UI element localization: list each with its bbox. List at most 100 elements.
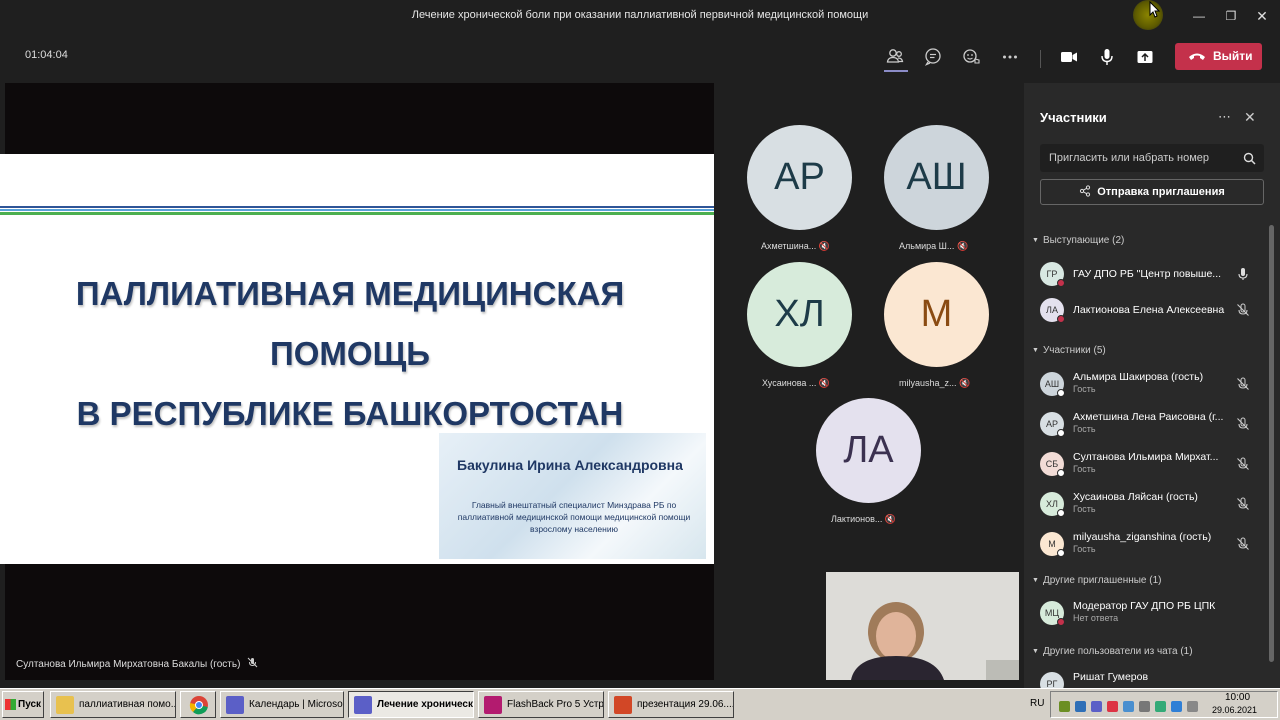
mic-off-icon: 🔇 xyxy=(959,378,971,388)
mic-off-icon: 🔇 xyxy=(956,241,969,251)
send-invite-button[interactable]: Отправка приглашения xyxy=(1040,179,1264,205)
mic-off-icon: 🔇 xyxy=(884,514,897,524)
more-actions-button[interactable] xyxy=(996,43,1024,71)
participant-row[interactable]: ХЛ Хусаинова Ляйсан (гость) Гость xyxy=(1040,489,1260,523)
minimize-icon[interactable]: — xyxy=(1189,6,1209,26)
meeting-toolbar: 01:04:04 Выйти xyxy=(0,32,1280,82)
tray-teams-icon[interactable] xyxy=(1091,701,1102,712)
clock-date[interactable]: 29.06.2021 xyxy=(1212,705,1257,715)
people-button[interactable] xyxy=(881,43,909,71)
tray-update-icon[interactable] xyxy=(1155,701,1166,712)
tray-app-icon[interactable] xyxy=(1107,701,1118,712)
tray-network-icon[interactable] xyxy=(1123,701,1134,712)
taskbar-item-presentation[interactable]: презентация 29.06.... xyxy=(608,691,734,718)
avatar: СБ xyxy=(1040,452,1065,477)
panel-close-icon[interactable]: ✕ xyxy=(1244,109,1256,126)
participant-name: Альмира Шакирова (гость) xyxy=(1073,371,1204,383)
mic-button[interactable] xyxy=(1093,43,1121,71)
participant-row[interactable]: ГР ГАУ ДПО РБ "Центр повыше... xyxy=(1040,259,1260,293)
reactions-button[interactable] xyxy=(957,43,985,71)
participant-name: Хусаинова Ляйсан (гость) xyxy=(1073,491,1198,503)
language-indicator[interactable]: RU xyxy=(1030,698,1044,709)
presenter-label: Султанова Ильмира Мирхатовна Бакалы (гос… xyxy=(16,657,258,670)
mic-off-icon: 🔇 xyxy=(818,378,831,388)
participant-name: Ришат Гумеров xyxy=(1073,671,1149,683)
gallery-label-hl: Хусаинова ... 🔇 xyxy=(762,378,831,388)
mic-off-icon xyxy=(1237,377,1249,390)
windows-taskbar: Пуск паллиативная помо... Календарь | Mi… xyxy=(0,688,1280,720)
gallery-avatar-ash[interactable]: АШ xyxy=(884,125,989,230)
section-others-invited[interactable]: ▼ Другие приглашенные (1) xyxy=(1032,575,1162,586)
participant-row[interactable]: АР Ахметшина Лена Раисовна (г... Гость xyxy=(1040,409,1260,443)
chrome-icon xyxy=(189,696,208,715)
section-presenters[interactable]: ▼ Выступающие (2) xyxy=(1032,235,1124,246)
slide-title-line-1: ПАЛЛИАТИВНАЯ МЕДИЦИНСКАЯ xyxy=(75,275,625,312)
slide-title: ПАЛЛИАТИВНАЯ МЕДИЦИНСКАЯ ПОМОЩЬ В РЕСПУБ… xyxy=(0,264,700,444)
participant-row[interactable]: ЛА Лактионова Елена Алексеевна xyxy=(1040,295,1260,329)
start-button[interactable]: Пуск xyxy=(2,691,44,718)
participant-name: milyausha_ziganshina (гость) xyxy=(1073,531,1212,543)
teams-icon xyxy=(226,696,244,714)
taskbar-item-calendar[interactable]: Календарь | Microso... xyxy=(220,691,344,718)
gallery-avatar-ar[interactable]: АР xyxy=(747,125,852,230)
search-icon[interactable] xyxy=(1243,152,1256,165)
camera-icon xyxy=(1061,52,1077,62)
camera-button[interactable] xyxy=(1055,43,1083,71)
mouse-cursor-icon xyxy=(1149,1,1161,18)
window-titlebar: Лечение хронической боли при оказании па… xyxy=(0,0,1280,32)
folder-icon xyxy=(56,696,74,714)
taskbar-item-chrome[interactable] xyxy=(180,691,216,718)
tray-battery-icon[interactable] xyxy=(1059,701,1070,712)
participant-name: Султанова Ильмира Мирхат... xyxy=(1073,451,1219,463)
leave-label: Выйти xyxy=(1213,49,1253,63)
participant-status: Нет ответа xyxy=(1073,613,1119,623)
mic-off-icon xyxy=(1237,303,1249,316)
clock-time[interactable]: 10:00 xyxy=(1215,692,1260,703)
participant-row[interactable]: М milyausha_ziganshina (гость) Гость xyxy=(1040,529,1260,563)
invite-search-input[interactable] xyxy=(1040,144,1264,172)
chat-button[interactable] xyxy=(919,43,947,71)
gallery-label-ar: Ахметшина... 🔇 xyxy=(761,241,830,251)
tray-usb-icon[interactable] xyxy=(1139,701,1150,712)
self-video-preview[interactable] xyxy=(826,572,1019,680)
tray-shield-icon[interactable] xyxy=(1075,701,1086,712)
panel-more-icon[interactable]: ⋯ xyxy=(1218,109,1231,125)
avatar: АШ xyxy=(1040,372,1065,397)
taskbar-item-meeting[interactable]: Лечение хроническ... xyxy=(348,691,474,718)
participant-row[interactable]: РГ Ришат Гумеров xyxy=(1040,669,1260,688)
chat-icon xyxy=(924,48,941,66)
participant-name: Ахметшина Лена Раисовна (г... xyxy=(1073,411,1224,423)
share-button[interactable] xyxy=(1131,43,1159,71)
participant-row[interactable]: АШ Альмира Шакирова (гость) Гость xyxy=(1040,369,1260,403)
restore-icon[interactable]: ❐ xyxy=(1221,6,1241,26)
gallery-avatar-hl[interactable]: ХЛ xyxy=(747,262,852,367)
self-video-image xyxy=(826,572,1019,680)
tray-volume-icon[interactable] xyxy=(1187,701,1198,712)
slide-author-box: Бакулина Ирина Александровна Главный вне… xyxy=(439,433,706,559)
participants-panel: Участники ⋯ ✕ Отправка приглашения ▼Выст… xyxy=(1024,83,1280,688)
panel-scrollbar[interactable] xyxy=(1269,225,1274,662)
shared-screen-stage: ПАЛЛИАТИВНАЯ МЕДИЦИНСКАЯ ПОМОЩЬ В РЕСПУБ… xyxy=(0,83,714,680)
flashback-icon xyxy=(484,696,502,714)
reactions-icon xyxy=(963,49,980,64)
gallery-avatar-la[interactable]: ЛА xyxy=(816,398,921,503)
slide-author-description: Главный внештатный специалист Минздрава … xyxy=(457,500,691,534)
section-attendees[interactable]: ▼ Участники (5) xyxy=(1032,345,1106,356)
slide-author-name: Бакулина Ирина Александровна xyxy=(457,457,683,473)
participant-row[interactable]: СБ Султанова Ильмира Мирхат... Гость xyxy=(1040,449,1260,483)
people-icon xyxy=(886,49,904,63)
close-window-icon[interactable]: ✕ xyxy=(1252,6,1272,26)
more-icon xyxy=(1003,55,1017,59)
leave-button[interactable]: Выйти xyxy=(1175,43,1262,70)
gallery-label-ash: Альмира Ш... 🔇 xyxy=(899,241,969,251)
section-chat-users[interactable]: ▼ Другие пользователи из чата (1) xyxy=(1032,646,1193,657)
participant-role: Гость xyxy=(1073,504,1096,514)
tray-sync-icon[interactable] xyxy=(1171,701,1182,712)
avatar: ХЛ xyxy=(1040,492,1065,517)
gallery-avatar-m[interactable]: М xyxy=(884,262,989,367)
participant-role: Гость xyxy=(1073,544,1096,554)
taskbar-item-folder[interactable]: паллиативная помо... xyxy=(50,691,176,718)
taskbar-item-flashback[interactable]: FlashBack Pro 5 Устр... xyxy=(478,691,604,718)
participant-row[interactable]: МЦ Модератор ГАУ ДПО РБ ЦПК Нет ответа xyxy=(1040,598,1260,632)
meeting-timer: 01:04:04 xyxy=(25,49,68,61)
